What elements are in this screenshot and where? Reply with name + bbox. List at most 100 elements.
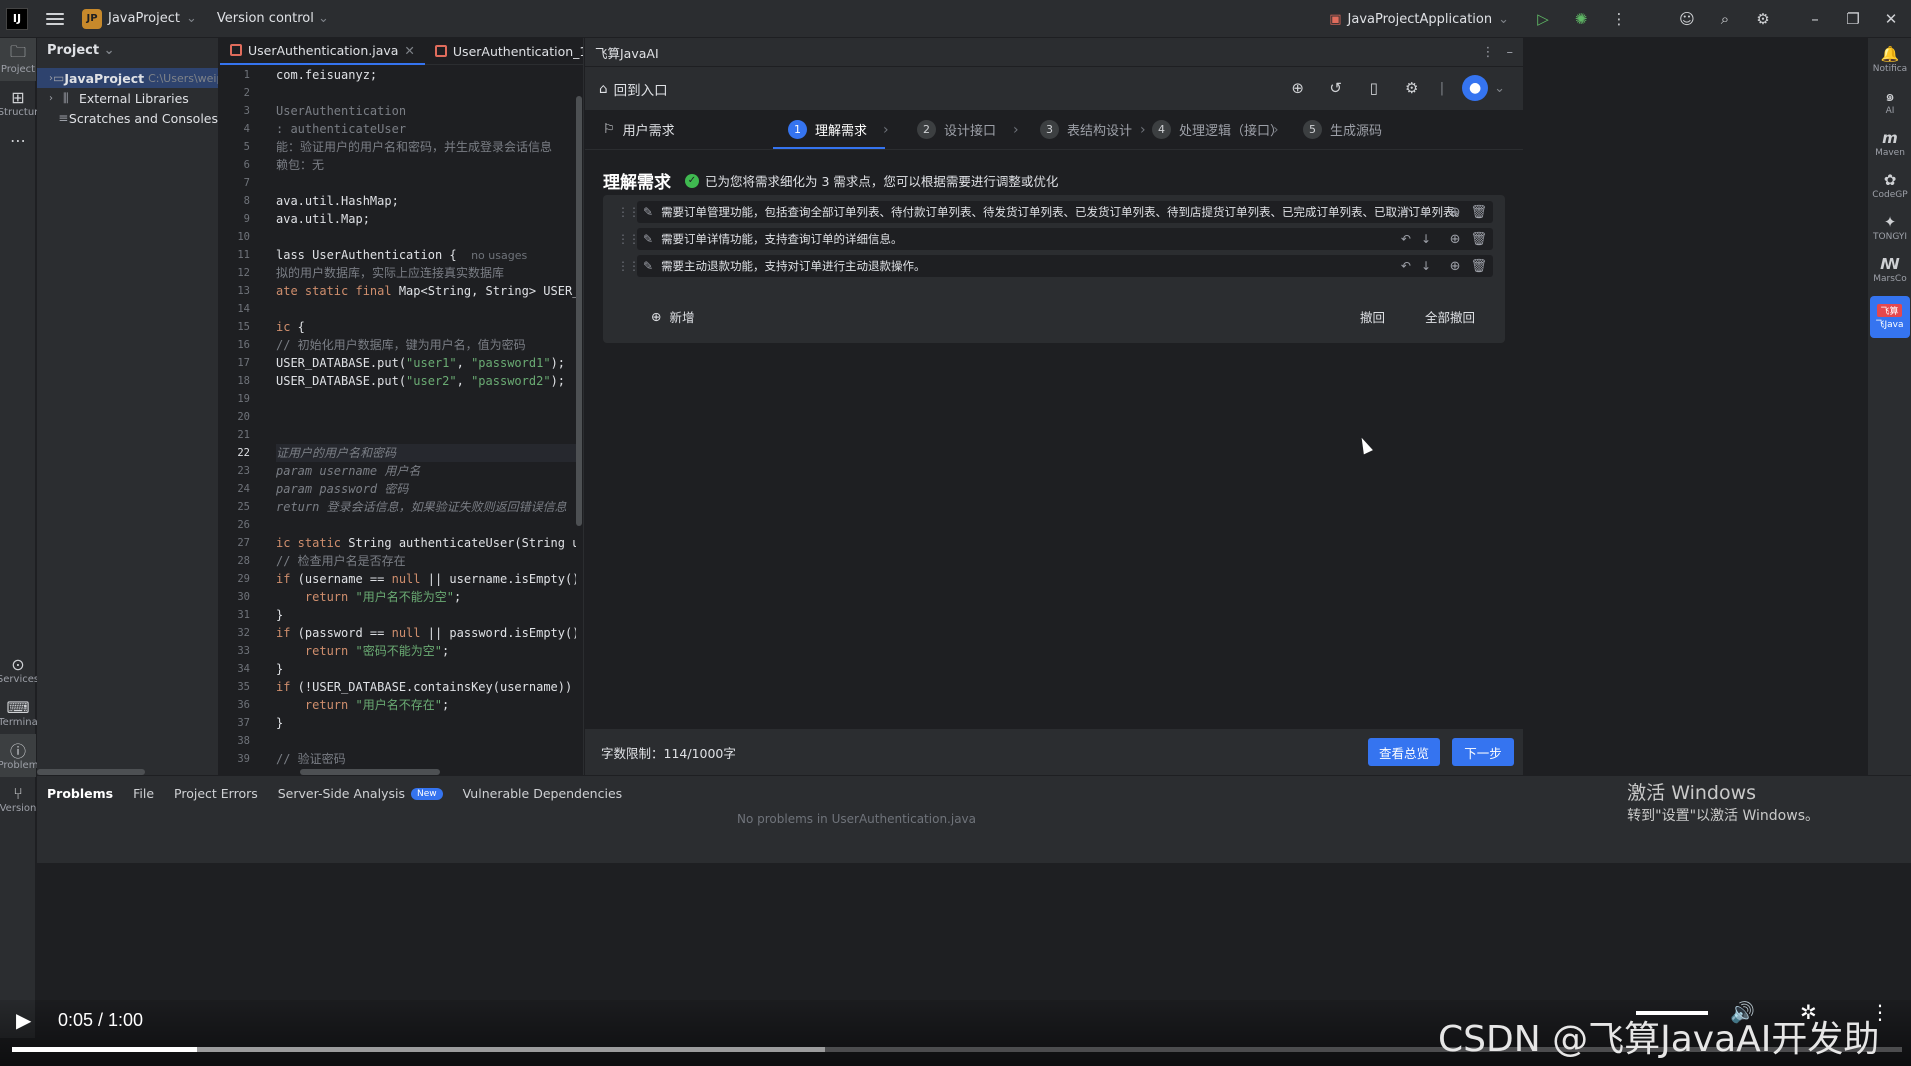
move-down-icon[interactable]: ↓ — [1421, 232, 1431, 246]
avatar[interactable]: ● — [1462, 75, 1489, 101]
main-menu-icon[interactable] — [46, 12, 64, 25]
code-line: ate static final Map<String, String> USE… — [276, 284, 576, 298]
usage-hint: no usages — [471, 249, 528, 262]
line-number: 30 — [237, 591, 250, 603]
back-home-label: 回到入口 — [613, 82, 668, 99]
editor-vertical-scrollbar[interactable] — [576, 96, 582, 526]
line-number: 20 — [237, 411, 250, 423]
ai-tool-button[interactable]: ๑ AI — [1868, 80, 1911, 122]
notifications-tool-button[interactable]: 🔔 Notifica — [1868, 38, 1911, 80]
version-tool-button[interactable]: ⑂ Version — [0, 777, 36, 820]
feisuan-tool-button[interactable]: 飞算 飞Java — [1869, 296, 1910, 338]
add-user-icon[interactable]: ☺ — [1677, 9, 1697, 29]
move-down-icon[interactable]: ↓ — [1421, 205, 1431, 219]
code-line: } — [276, 716, 284, 730]
more-icon[interactable]: ⋮ — [1482, 45, 1495, 60]
back-home-button[interactable]: ⌂ 回到入口 — [599, 79, 668, 99]
library-icon: ⫼ — [63, 90, 69, 105]
undo-button[interactable]: 撤回 — [1360, 307, 1385, 326]
version-control-menu[interactable]: Version control ⌄ — [217, 11, 329, 26]
trash-icon[interactable]: 🗑 — [1470, 259, 1487, 274]
add-circle-icon[interactable]: ⊕ — [1450, 259, 1461, 274]
next-step-button[interactable]: 下一步 — [1452, 738, 1514, 766]
code-area[interactable]: 1 2 3 4 5 6 7 8 9 10 11 12 13 14 15 16 17 18 19 20 21 22 23 24 2… — [220, 66, 583, 775]
add-requirement-button[interactable]: ⊕ 新增 — [651, 307, 695, 326]
editor-tab[interactable]: UserAuthentication_1739 — [425, 38, 583, 65]
structure-tool-button[interactable]: ⊞ Structur — [0, 81, 38, 124]
settings-icon[interactable]: ⚙ — [1402, 78, 1422, 98]
overview-button[interactable]: 查看总览 — [1368, 738, 1440, 766]
step-user-requirement[interactable]: ⚐ 用户需求 — [603, 120, 675, 139]
search-icon[interactable]: ⌕ — [1715, 9, 1735, 29]
close-icon[interactable]: ✕ — [1881, 9, 1901, 29]
tongyi-tool-button[interactable]: ✦ TONGYI — [1868, 206, 1911, 248]
more-icon[interactable]: ⋮ — [1609, 9, 1629, 29]
editor-tab[interactable]: UserAuthentication.java ✕ — [220, 38, 425, 65]
history-icon[interactable]: ↺ — [1326, 78, 1346, 98]
trash-icon[interactable]: 🗑 — [1470, 232, 1487, 247]
problems-tool-button[interactable]: ⓘ Problem — [0, 734, 38, 777]
line-number: 1 — [243, 69, 250, 81]
drag-handle-icon[interactable]: ⋮⋮ — [617, 205, 640, 219]
code-text[interactable]: com.feisuanyz; UserAuthentication : auth… — [276, 66, 576, 768]
add-circle-icon[interactable]: ⊕ — [1450, 232, 1461, 247]
trash-icon[interactable]: 🗑 — [1470, 205, 1487, 220]
drag-handle-icon[interactable]: ⋮⋮ — [617, 232, 640, 246]
requirement-input[interactable]: ✎ 需要订单详情功能，支持查询订单的详细信息。 — [637, 228, 1493, 250]
undo-icon[interactable]: ↶ — [1401, 205, 1411, 219]
line-number: 3 — [243, 105, 250, 117]
tree-item-javaproject[interactable]: › ▭ JavaProject C:\Users\weiph\ — [37, 68, 218, 88]
code-line: param username 用户名 — [276, 464, 421, 478]
tab-vulnerable-dependencies[interactable]: Vulnerable Dependencies — [463, 786, 623, 801]
services-tool-button[interactable]: ⊙ Services — [0, 648, 39, 691]
project-panel-header[interactable]: Project ⌄ — [37, 38, 218, 62]
document-icon[interactable]: ▯ — [1364, 78, 1384, 98]
restore-icon[interactable]: ❐ — [1843, 9, 1863, 29]
more-tools-button[interactable]: ⋯ — [0, 124, 36, 156]
terminal-tool-button[interactable]: ⌨ Termina — [0, 691, 38, 734]
add-circle-icon[interactable]: ⊕ — [1288, 78, 1308, 98]
tab-project-errors[interactable]: Project Errors — [174, 786, 258, 801]
bell-icon: 🔔 — [1880, 45, 1900, 63]
step-logic[interactable]: 4 处理逻辑（接口） — [1152, 120, 1283, 139]
tab-file[interactable]: File — [133, 786, 154, 801]
undo-all-button[interactable]: 全部撤回 — [1425, 307, 1475, 326]
close-icon[interactable]: ✕ — [404, 43, 414, 58]
play-icon[interactable]: ▶ — [16, 1008, 31, 1032]
openai-icon: ✿ — [1883, 171, 1897, 189]
tree-item-scratches[interactable]: ≡ Scratches and Consoles — [37, 108, 218, 128]
settings-icon[interactable]: ⚙ — [1753, 9, 1773, 29]
maven-tool-button[interactable]: m Maven — [1868, 122, 1911, 164]
requirement-input[interactable]: ✎ 需要订单管理功能，包括查询全部订单列表、待付款订单列表、待发货订单列表、已发… — [637, 201, 1493, 223]
step-number: 3 — [1040, 120, 1059, 139]
run-config-selector[interactable]: ▣ JavaProjectApplication ⌄ — [1329, 12, 1509, 27]
add-circle-icon[interactable]: ⊕ — [1450, 205, 1461, 220]
requirement-input[interactable]: ✎ 需要主动退款功能，支持对订单进行主动退款操作。 — [637, 255, 1493, 277]
minimize-icon[interactable]: – — [1805, 9, 1825, 29]
project-switcher[interactable]: JP JavaProject ⌄ — [82, 8, 197, 29]
tab-problems[interactable]: Problems — [47, 786, 113, 801]
move-down-icon[interactable]: ↓ — [1421, 259, 1431, 273]
tab-server-side-analysis[interactable]: Server-Side Analysis New — [278, 786, 443, 801]
chevron-down-icon[interactable]: ⌄ — [1494, 81, 1505, 96]
debug-icon[interactable]: ✺ — [1571, 9, 1591, 29]
minimize-panel-icon[interactable]: – — [1507, 45, 1514, 60]
codegp-tool-button[interactable]: ✿ CodeGP — [1868, 164, 1911, 206]
project-tool-button[interactable]: 🗀 Project — [0, 38, 36, 81]
java-file-icon — [230, 44, 242, 56]
edit-icon: ✎ — [643, 232, 654, 246]
step-understand[interactable]: 1 理解需求 — [788, 120, 867, 139]
tree-item-external-libraries[interactable]: › ⫼ External Libraries — [37, 88, 218, 108]
drag-handle-icon[interactable]: ⋮⋮ — [617, 259, 640, 273]
step-generate-code[interactable]: 5 生成源码 — [1303, 120, 1382, 139]
marscode-tool-button[interactable]: ꟿ MarsCo — [1868, 248, 1911, 290]
step-number: 2 — [917, 120, 936, 139]
step-table-design[interactable]: 3 表结构设计 — [1040, 120, 1132, 139]
undo-icon[interactable]: ↶ — [1401, 232, 1411, 246]
undo-icon[interactable]: ↶ — [1401, 259, 1411, 273]
step-design-api[interactable]: 2 设计接口 — [917, 120, 996, 139]
run-icon[interactable]: ▷ — [1533, 9, 1553, 29]
project-name: JavaProject — [108, 11, 180, 26]
